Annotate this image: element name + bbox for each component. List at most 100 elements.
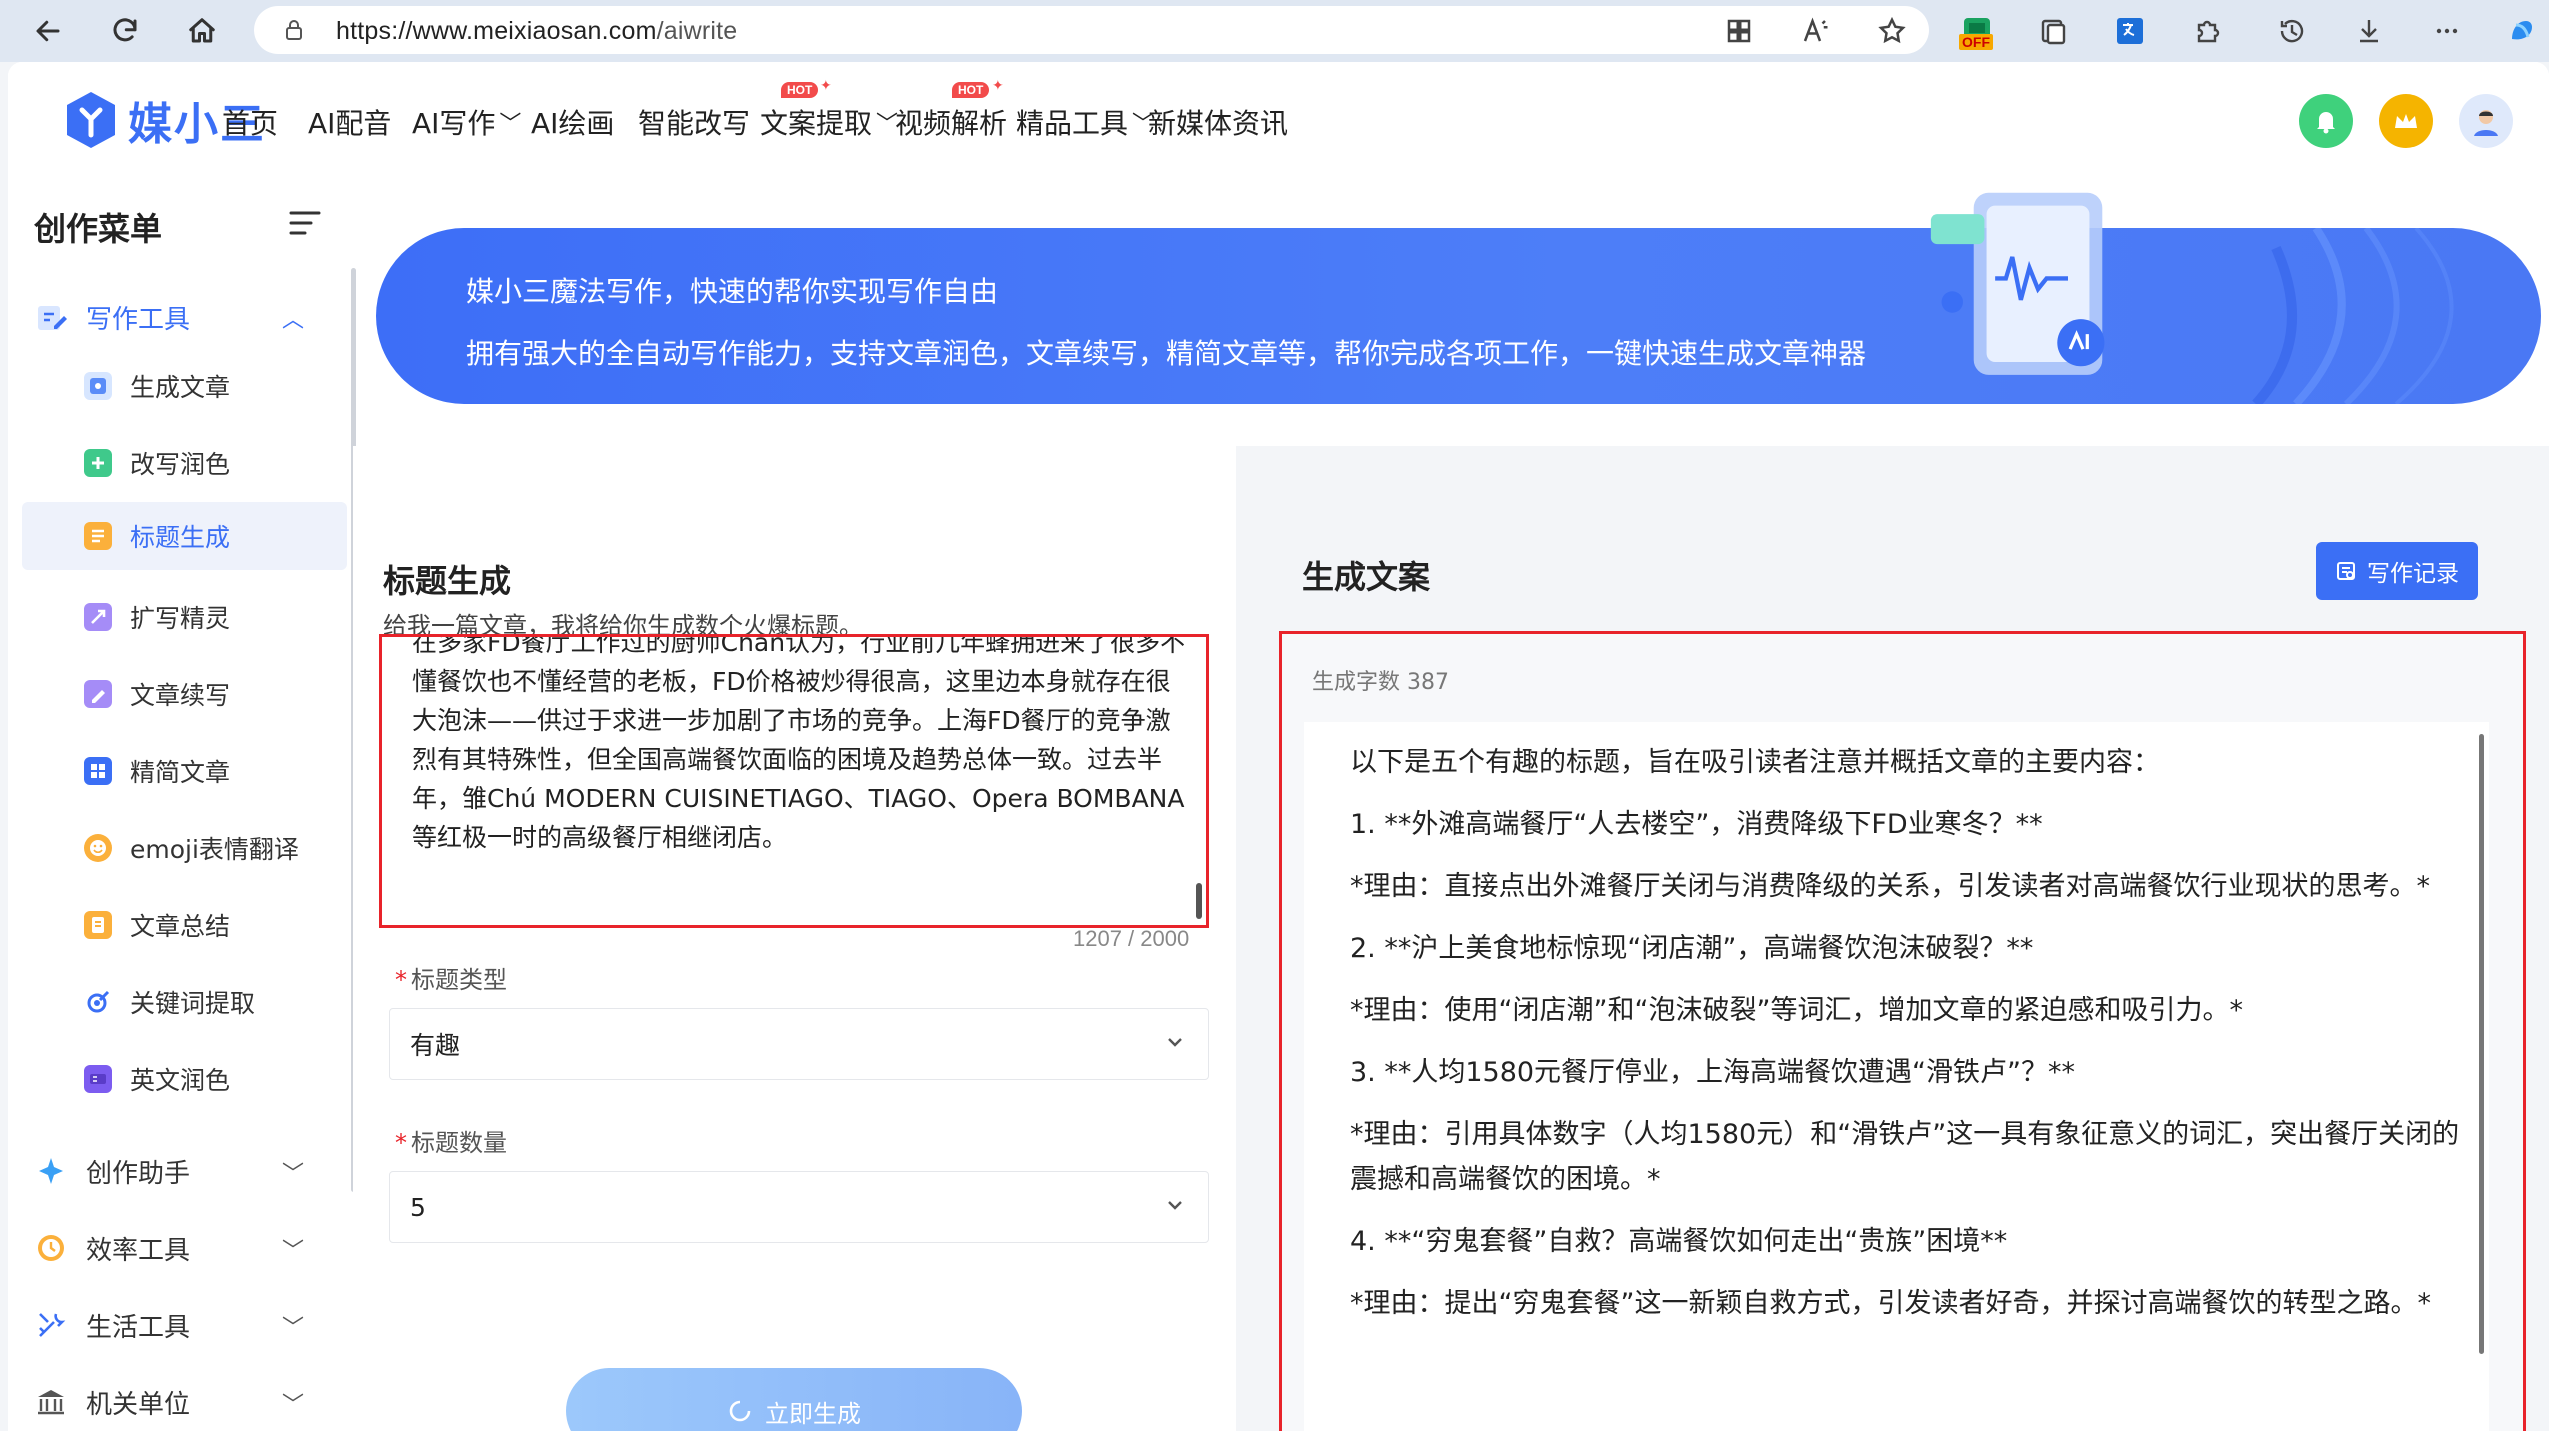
favorite-star-icon[interactable] <box>1877 16 1907 46</box>
hot-badge-writing: HOT <box>781 82 819 98</box>
notification-button[interactable] <box>2299 94 2353 148</box>
sidebar-item-label: 精简文章 <box>130 758 231 787</box>
result-text[interactable]: 以下是五个有趣的标题，旨在吸引读者注意并概括文章的主要内容： 1. **外滩高端… <box>1350 740 2460 1343</box>
user-avatar[interactable] <box>2459 94 2513 148</box>
hero-banner: 媒小三魔法写作，快速的帮你实现写作自由 拥有强大的全自动写作能力，支持文章润色，… <box>376 228 2541 404</box>
home-button[interactable] <box>182 11 222 51</box>
clock-icon <box>38 1235 64 1261</box>
download-icon[interactable] <box>2350 12 2388 50</box>
logo-mark-icon <box>67 92 115 148</box>
url-text[interactable]: https://www.meixiaosan.com/aiwrite <box>336 17 737 46</box>
required-mark: * <box>395 966 407 994</box>
sidebar-item-continue[interactable]: 文章续写 <box>22 660 347 728</box>
lock-icon <box>282 18 306 42</box>
history-icon[interactable] <box>2273 12 2311 50</box>
banner-headline: 媒小三魔法写作，快速的帮你实现写作自由 <box>466 275 999 308</box>
result-document[interactable]: 以下是五个有趣的标题，旨在吸引读者注意并概括文章的主要内容： 1. **外滩高端… <box>1304 722 2489 1431</box>
title-type-label: * 标题类型 <box>395 960 507 995</box>
title-count-value: 5 <box>410 1192 426 1222</box>
result-paragraph: 1. **外滩高端餐厅“人去楼空”，消费降级下FD业寒冬？** <box>1350 809 2043 840</box>
vip-button[interactable] <box>2379 94 2433 148</box>
sidebar-group-writing-tools[interactable]: 写作工具 ︿ <box>34 292 334 342</box>
chevron-down-icon: ﹀ <box>282 1239 305 1264</box>
writing-record-button[interactable]: 写作记录 <box>2316 542 2478 600</box>
sidebar-group-label: 生活工具 <box>86 1312 191 1343</box>
sidebar-item-rewrite[interactable]: 改写润色 <box>22 429 347 497</box>
nav-smart-rewrite[interactable]: 智能改写 <box>638 102 750 142</box>
nav-ai-voice[interactable]: AI配音 <box>308 102 391 142</box>
sidebar-item-expand[interactable]: 扩写精灵 <box>22 583 347 651</box>
generate-icon <box>84 372 112 400</box>
textarea-scrollbar[interactable] <box>1196 883 1202 919</box>
sidebar-item-label: 扩写精灵 <box>130 604 231 633</box>
bell-icon <box>2317 112 2335 134</box>
result-output-area: 生成字数 387 以下是五个有趣的标题，旨在吸引读者注意并概括文章的主要内容： … <box>1282 634 2523 1431</box>
char-counter: 1207 / 2000 <box>1073 926 1190 951</box>
sparkle-icon: ✦ <box>820 78 832 94</box>
sidebar-item-english[interactable]: 英文润色 <box>22 1045 347 1113</box>
chevron-down-icon <box>1164 1031 1186 1053</box>
chevron-down-icon: ﹀ <box>282 1316 305 1341</box>
chevron-down-icon <box>1164 1194 1186 1216</box>
edit-icon <box>38 306 67 330</box>
banner-description: 拥有强大的全自动写作能力，支持文章润色，文章续写，精简文章等，帮你完成各项工作，… <box>466 337 1867 370</box>
sidebar-group-life[interactable]: 生活工具 ﹀ <box>34 1300 334 1350</box>
sidebar-item-generate-article[interactable]: 生成文章 <box>22 352 347 420</box>
ai-device-illustration <box>1930 192 2105 375</box>
tab-manager-icon[interactable] <box>2035 12 2073 50</box>
more-menu-icon[interactable] <box>2428 12 2466 50</box>
nav-copy-extract-label: 文案提取 <box>760 107 873 140</box>
title-type-select[interactable]: 有趣 <box>389 1008 1209 1080</box>
translate-icon[interactable] <box>2111 12 2149 50</box>
nav-video-parse[interactable]: 视频解析 <box>895 102 1007 142</box>
result-paragraph: 2. **沪上美食地标惊现“闭店潮”，高端餐饮泡沫破裂？** <box>1350 933 2034 964</box>
top-navigation: 媒小三 首页 AI配音 AI写作 ﹀ HOT ✦ AI绘画 HOT ✦ 智能改写 … <box>8 62 2549 182</box>
title-type-label-text: 标题类型 <box>411 966 507 994</box>
generate-button[interactable]: 立即生成 <box>566 1368 1022 1431</box>
article-input-textarea[interactable]: 在多家FD餐厅工作过的厨师Chan认为，行业前几年蜂拥进来了很多不懂餐饮也不懂经… <box>379 634 1209 928</box>
title-icon <box>84 522 112 550</box>
sidebar-item-label: emoji表情翻译 <box>130 835 299 864</box>
back-button[interactable] <box>28 11 68 51</box>
article-input-text: 在多家FD餐厅工作过的厨师Chan认为，行业前几年蜂拥进来了很多不懂餐饮也不懂经… <box>412 634 1186 852</box>
sidebar-item-title-generate[interactable]: 标题生成 <box>22 502 347 570</box>
nav-copy-extract[interactable]: 文案提取 ﹀ <box>760 102 898 142</box>
read-aloud-icon[interactable] <box>1800 16 1830 46</box>
nav-premium-tools-label: 精品工具 <box>1016 107 1129 140</box>
sidebar-group-efficiency[interactable]: 效率工具 ﹀ <box>34 1223 334 1273</box>
home-icon <box>189 18 215 43</box>
address-bar[interactable]: https://www.meixiaosan.com/aiwrite <box>254 6 1929 54</box>
result-paragraph: *理由：引用具体数字（人均1580元）和“滑铁卢”这一具有象征意义的词汇，突出餐… <box>1350 1119 2460 1195</box>
summary-icon <box>84 911 112 939</box>
sidebar-item-simplify[interactable]: 精简文章 <box>22 737 347 805</box>
nav-premium-tools[interactable]: 精品工具 ﹀ <box>1016 102 1154 142</box>
sidebar-item-emoji[interactable]: emoji表情翻译 <box>22 814 347 882</box>
result-paragraph: 3. **人均1580元餐厅停业，上海高端餐饮遭遇“滑铁卢”？** <box>1350 1057 2076 1088</box>
nav-ai-drawing[interactable]: AI绘画 <box>531 102 614 142</box>
keyword-icon <box>84 988 112 1016</box>
crown-icon <box>2395 114 2417 128</box>
sidebar-item-label: 关键词提取 <box>130 989 256 1018</box>
form-title: 标题生成 <box>383 562 512 600</box>
grid-view-icon[interactable] <box>1724 16 1754 46</box>
sidebar-item-summary[interactable]: 文章总结 <box>22 891 347 959</box>
chevron-up-icon: ︿ <box>282 308 305 333</box>
nav-ai-writing[interactable]: AI写作 ﹀ <box>412 102 521 142</box>
copilot-icon[interactable] <box>2503 12 2541 50</box>
sidebar-item-keyword[interactable]: 关键词提取 <box>22 968 347 1036</box>
title-count-select[interactable]: 5 <box>389 1171 1209 1243</box>
extensions-puzzle-icon[interactable] <box>2188 12 2226 50</box>
sidebar-collapse-button[interactable] <box>288 208 322 238</box>
sidebar-item-label: 改写润色 <box>130 450 231 479</box>
menu-fold-icon <box>289 211 321 235</box>
refresh-button[interactable] <box>105 11 145 51</box>
nav-media-news[interactable]: 新媒体资讯 <box>1148 102 1288 142</box>
rewrite-icon <box>84 449 112 477</box>
sidebar-group-assistant[interactable]: 创作助手 ﹀ <box>34 1146 334 1196</box>
sidebar-item-label: 文章总结 <box>130 912 231 941</box>
nav-home[interactable]: 首页 <box>222 102 278 142</box>
back-arrow-icon <box>36 20 60 42</box>
sidebar-group-government[interactable]: 机关单位 ﹀ <box>34 1377 334 1427</box>
title-generate-form: 标题生成 给我一篇文章，我将给你生成数个火爆标题。 在多家FD餐厅工作过的厨师C… <box>353 446 1236 1431</box>
result-scrollbar[interactable] <box>2479 734 2484 1354</box>
